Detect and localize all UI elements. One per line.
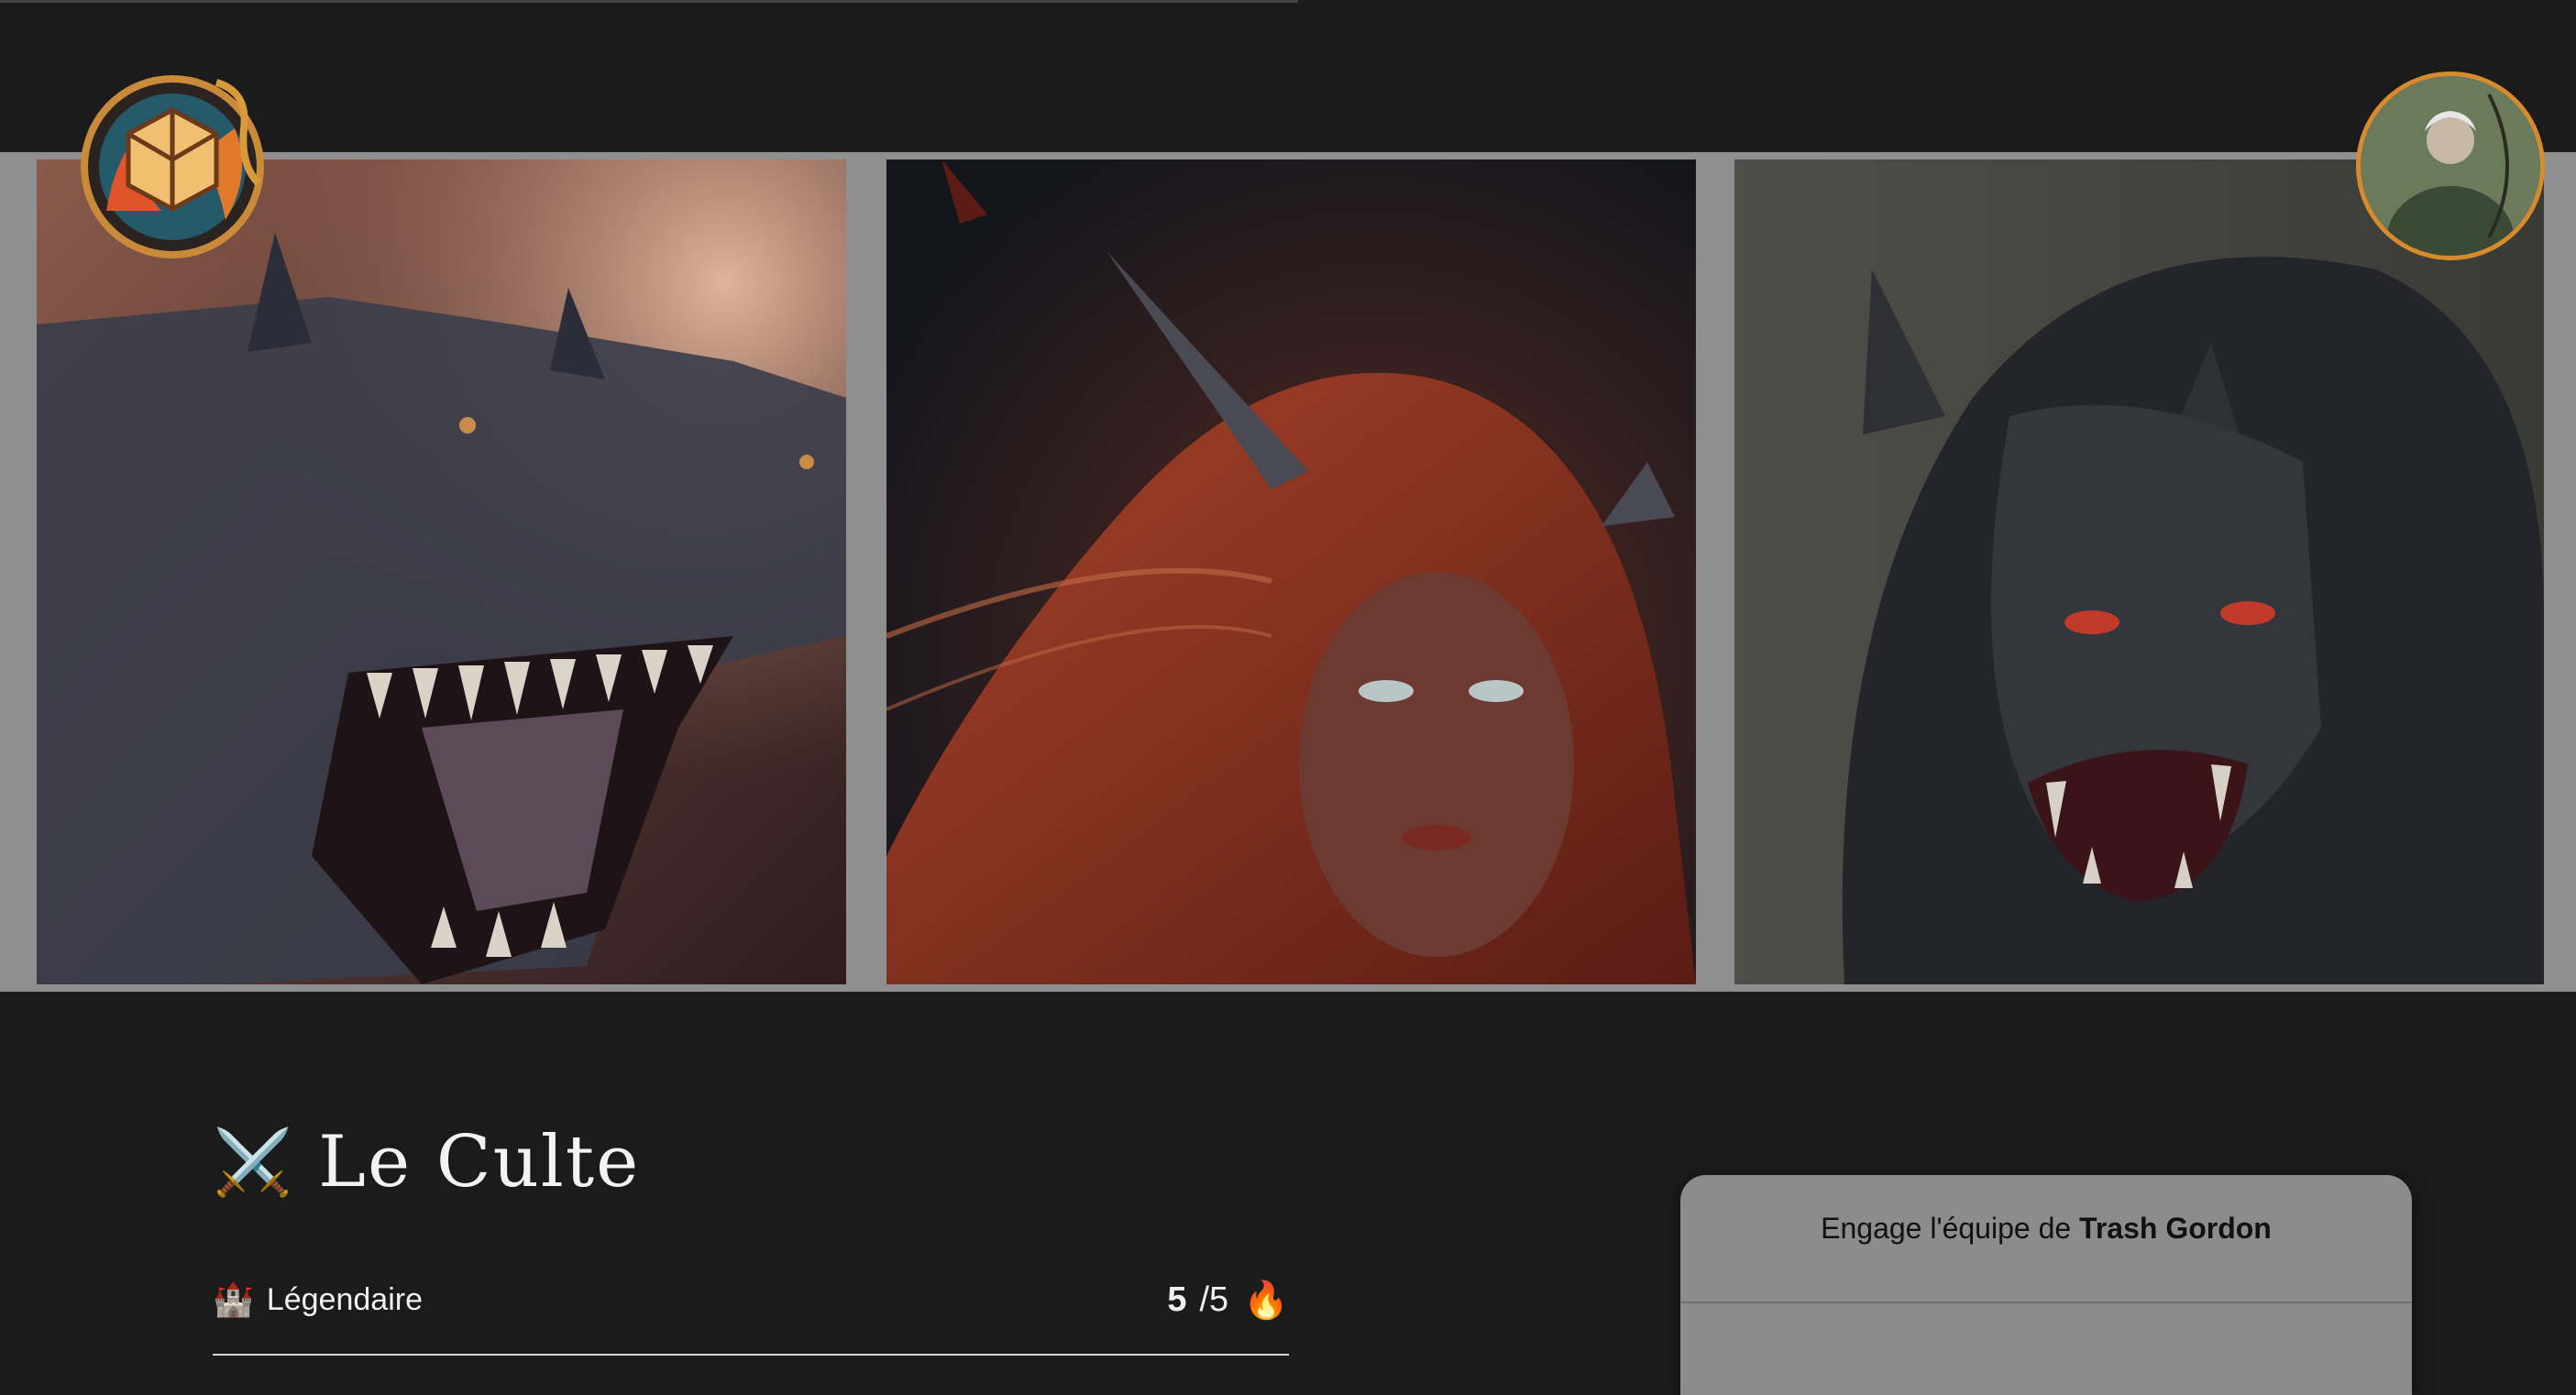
hero-gallery — [0, 152, 2576, 992]
guild-rank: 🏰 Légendaire — [213, 1280, 423, 1319]
guild-info-row: 🏰 Légendaire 5 /5 🔥 — [213, 1274, 1289, 1325]
guild-logo[interactable] — [79, 73, 266, 260]
user-avatar[interactable] — [2356, 71, 2545, 260]
rating-score: 5 — [1167, 1280, 1187, 1319]
engage-team-card[interactable]: Engage l'équipe de Trash Gordon — [1680, 1175, 2412, 1395]
guild-rating: 5 /5 🔥 — [1167, 1279, 1289, 1322]
top-progress-line — [0, 0, 1298, 3]
gallery-image-dragon[interactable] — [37, 159, 846, 984]
guild-title-row: ⚔️ Le Culte — [213, 1116, 640, 1208]
top-bar — [0, 0, 2576, 152]
castle-icon: 🏰 — [213, 1280, 254, 1318]
divider — [213, 1354, 1289, 1356]
engage-divider — [1680, 1302, 2412, 1303]
fire-icon: 🔥 — [1243, 1280, 1289, 1321]
gallery-image-werewolf[interactable] — [1734, 159, 2544, 984]
gallery-image-sorceress[interactable] — [886, 159, 1696, 984]
crossed-swords-icon: ⚔️ — [213, 1124, 293, 1200]
engage-prefix: Engage l'équipe de — [1821, 1212, 2080, 1245]
rating-max: /5 — [1199, 1280, 1229, 1319]
engage-team-name: Trash Gordon — [2079, 1212, 2272, 1245]
engage-team-heading: Engage l'équipe de Trash Gordon — [1680, 1212, 2412, 1246]
guild-rank-label: Légendaire — [266, 1281, 423, 1317]
guild-title: Le Culte — [318, 1121, 641, 1203]
